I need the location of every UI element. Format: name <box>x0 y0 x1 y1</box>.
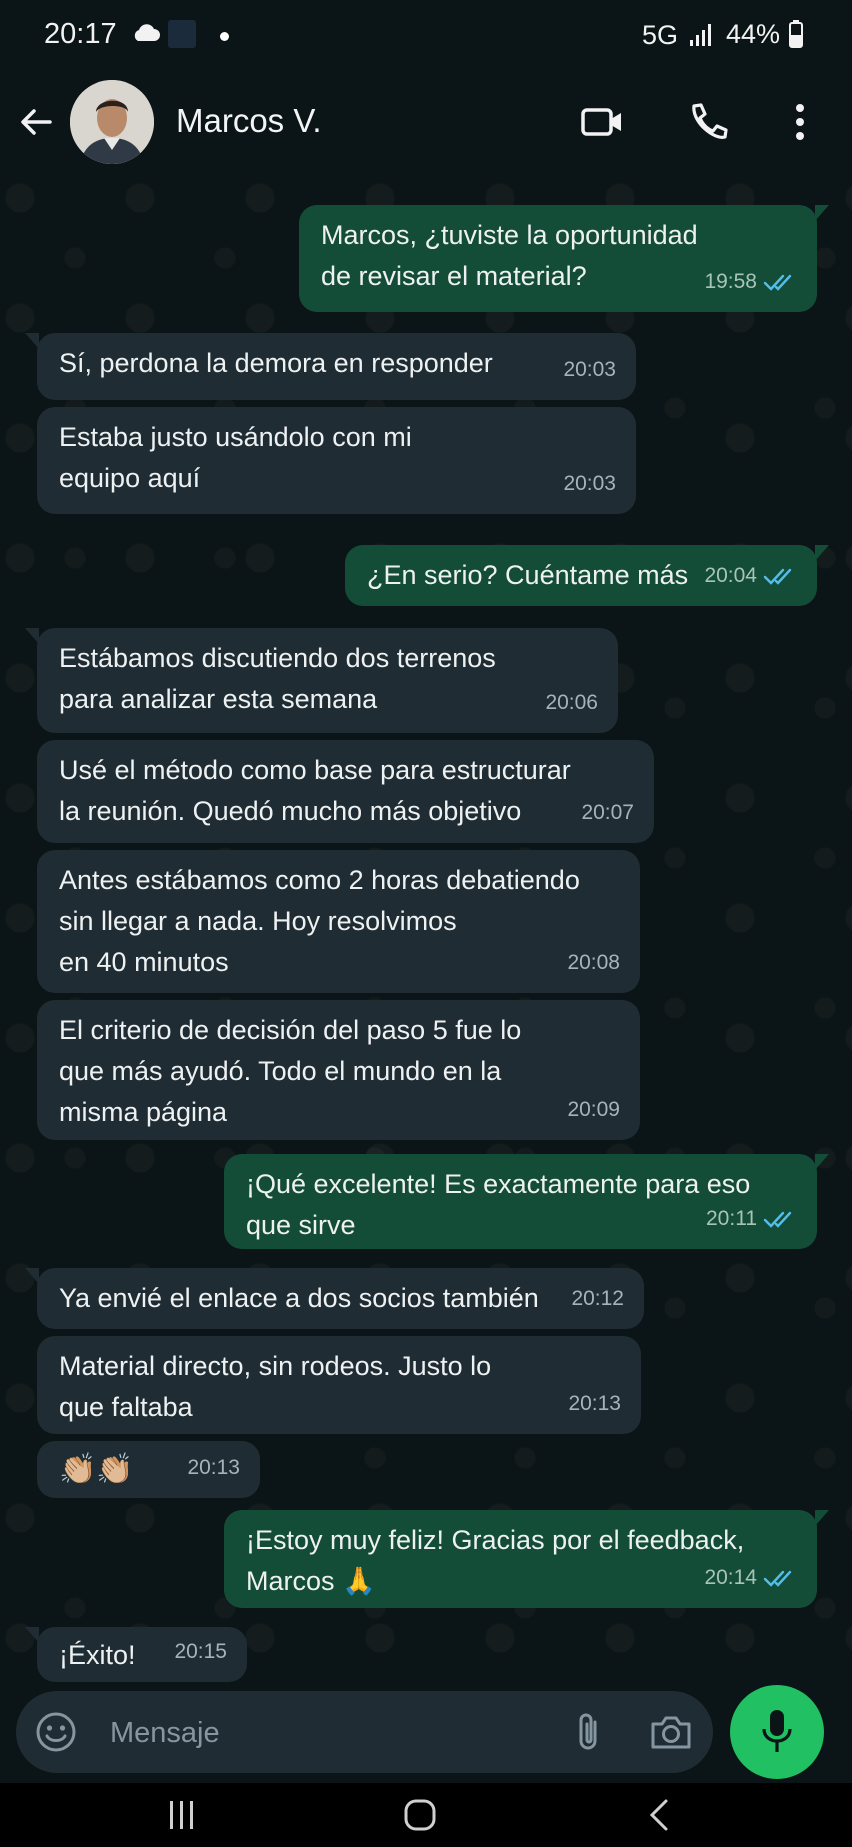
message-meta: 20:03 <box>563 463 616 504</box>
bubble-tail <box>25 1627 39 1643</box>
message-meta: 20:15 <box>174 1631 227 1672</box>
network-type: 5G <box>642 20 679 50</box>
chat-screen: 20:17 5G 44% Marcos V. Marcos, ¿tuviste … <box>0 0 852 1847</box>
message-bubble-incoming[interactable]: Usé el método como base para estructurar… <box>37 740 654 843</box>
message-bubble-incoming[interactable]: Estaba justo usándolo con mi equipo aquí… <box>37 407 636 514</box>
bubble-tail <box>25 628 39 644</box>
message-time: 20:13 <box>568 1392 621 1415</box>
message-meta: 20:12 <box>571 1278 624 1319</box>
message-meta: 20:13 <box>187 1447 240 1488</box>
message-bubble-outgoing[interactable]: ¡Qué excelente! Es exactamente para eso … <box>224 1154 829 1249</box>
bubble-tail <box>815 1154 829 1170</box>
message-bubble-incoming[interactable]: ¡Éxito! 20:15 <box>25 1627 247 1682</box>
bubble-tail <box>815 545 829 561</box>
bubble-tail <box>25 1268 39 1284</box>
camera-icon[interactable] <box>648 1711 694 1753</box>
message-meta: 20:11 <box>706 1198 797 1239</box>
chat-header: Marcos V. <box>0 72 852 178</box>
message-meta: 20:06 <box>545 682 598 723</box>
bubble-tail <box>815 1510 829 1526</box>
message-time: 20:11 <box>706 1207 757 1230</box>
message-bubble-incoming[interactable]: 👏🏼👏🏼 20:13 <box>37 1441 260 1498</box>
message-bubble-incoming[interactable]: Material directo, sin rodeos. Justo lo q… <box>37 1336 641 1434</box>
notification-app-icon <box>168 20 196 48</box>
read-ticks-icon <box>763 274 792 291</box>
message-bubble-incoming[interactable]: Ya envié el enlace a dos socios también … <box>25 1268 644 1329</box>
message-meta: 20:13 <box>568 1383 621 1424</box>
message-meta: 20:08 <box>567 942 620 983</box>
message-bubble-incoming[interactable]: Estábamos discutiendo dos terrenos para … <box>25 628 618 733</box>
message-bubble-outgoing[interactable]: Marcos, ¿tuviste la oportunidad de revis… <box>299 205 829 312</box>
message-time: 20:03 <box>563 472 616 495</box>
mic-icon <box>762 1710 792 1752</box>
avatar-portrait <box>70 80 154 164</box>
message-text: Estábamos discutiendo dos terrenos para … <box>59 643 496 714</box>
message-bubble-outgoing[interactable]: ¡Estoy muy feliz! Gracias por el feedbac… <box>224 1510 829 1608</box>
battery-icon <box>789 20 803 48</box>
status-time: 20:17 <box>44 18 117 50</box>
message-text: Sí, perdona la demora en responder <box>59 348 493 378</box>
message-time: 20:09 <box>567 1098 620 1121</box>
contact-name[interactable]: Marcos V. <box>176 102 322 140</box>
message-bubble-incoming[interactable]: El criterio de decisión del paso 5 fue l… <box>37 1000 640 1140</box>
message-composer <box>16 1691 713 1773</box>
message-meta: 20:04 <box>704 555 797 596</box>
emoji-icon[interactable] <box>34 1710 78 1754</box>
message-time: 20:08 <box>567 951 620 974</box>
battery-percentage: 44% <box>726 19 781 49</box>
status-bar: 20:17 5G 44% <box>0 0 852 72</box>
recent-apps-icon[interactable] <box>162 1797 202 1833</box>
message-time: 20:04 <box>704 564 757 587</box>
message-text: Usé el método como base para estructurar… <box>59 755 571 826</box>
message-text: Estaba justo usándolo con mi equipo aquí <box>59 422 412 493</box>
more-options-icon[interactable] <box>776 98 824 146</box>
read-ticks-icon <box>763 1211 792 1228</box>
message-text: Antes estábamos como 2 horas debatiendo … <box>59 865 580 977</box>
message-input[interactable] <box>108 1711 552 1755</box>
message-time: 20:15 <box>174 1640 227 1663</box>
message-bubble-outgoing[interactable]: ¿En serio? Cuéntame más 20:04 <box>345 545 829 606</box>
message-time: 20:06 <box>545 691 598 714</box>
message-bubble-incoming[interactable]: Antes estábamos como 2 horas debatiendo … <box>37 850 640 993</box>
video-call-icon[interactable] <box>578 98 626 146</box>
message-meta: 20:07 <box>581 792 634 833</box>
avatar[interactable] <box>70 80 154 164</box>
notification-dot-icon <box>220 32 229 41</box>
bubble-tail <box>815 205 829 221</box>
message-meta: 20:09 <box>567 1089 620 1130</box>
message-meta: 19:58 <box>704 261 797 302</box>
bubble-tail <box>25 333 39 349</box>
message-time: 20:07 <box>581 801 634 824</box>
message-text: Material directo, sin rodeos. Justo lo q… <box>59 1351 492 1422</box>
message-time: 20:14 <box>704 1566 757 1589</box>
back-arrow-icon[interactable] <box>16 102 56 142</box>
signal-icon <box>690 24 711 46</box>
read-ticks-icon <box>763 1570 792 1587</box>
home-icon[interactable] <box>400 1797 440 1833</box>
message-time: 20:13 <box>187 1456 240 1479</box>
message-text: Ya envié el enlace a dos socios también <box>59 1283 539 1313</box>
attach-icon[interactable] <box>568 1711 610 1753</box>
message-meta: 20:14 <box>704 1557 797 1598</box>
message-time: 20:12 <box>571 1287 624 1310</box>
message-text: El criterio de decisión del paso 5 fue l… <box>59 1015 522 1127</box>
message-time: 20:03 <box>563 358 616 381</box>
message-bubble-incoming[interactable]: Sí, perdona la demora en responder 20:03 <box>25 333 636 400</box>
system-nav-bar <box>0 1783 852 1847</box>
voice-call-icon[interactable] <box>684 98 732 146</box>
message-time: 19:58 <box>704 270 757 293</box>
read-ticks-icon <box>763 568 792 585</box>
back-nav-icon[interactable] <box>640 1797 680 1833</box>
cloud-icon <box>134 24 160 41</box>
mic-button[interactable] <box>730 1685 824 1779</box>
message-meta: 20:03 <box>563 349 616 390</box>
